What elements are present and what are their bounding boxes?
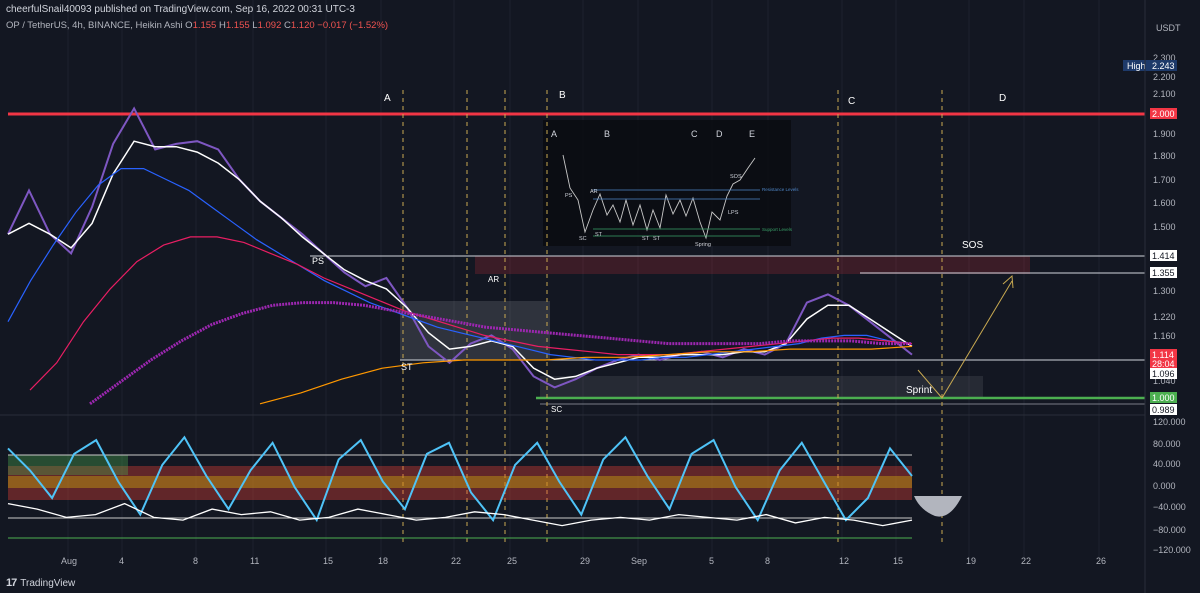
osc-tick-120: 120.000 — [1153, 417, 1186, 427]
brand-name: TradingView — [20, 577, 76, 589]
x-tick-label: 29 — [580, 556, 590, 566]
x-tick-label: 22 — [1021, 556, 1031, 566]
y-tick-1500: 1.500 — [1153, 222, 1176, 232]
y-tick-2100: 2.100 — [1153, 89, 1176, 99]
ohlc-o-label: O — [185, 20, 193, 31]
y-tick-1300: 1.300 — [1153, 286, 1176, 296]
y-tick-1800: 1.800 — [1153, 151, 1176, 161]
inset-resistance-label: Resistance Levels — [762, 187, 799, 192]
badge-1355: 1.355 — [1152, 268, 1175, 278]
osc-tick-80: 80.000 — [1153, 439, 1181, 449]
badge-0989: 0.989 — [1152, 405, 1175, 415]
y-tick-1700: 1.700 — [1153, 175, 1176, 185]
ohlc-c: 1.120 — [290, 20, 315, 31]
x-tick-label: 4 — [119, 556, 124, 566]
bar-countdown: 28:04 — [1152, 359, 1175, 369]
x-tick-label: 15 — [893, 556, 903, 566]
ohlc-c-label: C — [284, 20, 291, 31]
price-chart[interactable]: A B C D E PS AR SC ST ST ST Spring LPS S… — [0, 0, 1200, 593]
supply-zone-box — [475, 256, 1030, 274]
osc-tick-40: 40.000 — [1153, 459, 1181, 469]
y-tick-1900: 1.900 — [1153, 129, 1176, 139]
inset-phase-e: E — [749, 129, 755, 139]
inset-label-st1: ST — [595, 232, 603, 238]
inset-label-sc: SC — [579, 236, 587, 242]
phase-label-a: A — [384, 93, 391, 104]
tradingview-logo-icon: 17 — [6, 577, 17, 589]
inset-phase-a: A — [551, 129, 557, 139]
inset-phase-d: D — [716, 129, 723, 139]
badge-1096: 1.096 — [1152, 369, 1175, 379]
y-tick-2200: 2.200 — [1153, 72, 1176, 82]
symbol-name: OP / TetherUS, 4h, BINANCE, Heikin Ashi — [6, 20, 183, 31]
badge-2000: 2.000 — [1152, 109, 1175, 119]
high-label: High — [1127, 61, 1146, 71]
label-st: ST — [401, 362, 413, 372]
x-tick-label: 25 — [507, 556, 517, 566]
x-tick-label: 8 — [765, 556, 770, 566]
phase-label-b: B — [559, 90, 566, 101]
phase-label-d: D — [999, 93, 1006, 104]
x-tick-label: 22 — [451, 556, 461, 566]
ohlc-l: 1.092 — [257, 20, 282, 31]
ohlc-o: 1.155 — [192, 20, 217, 31]
tradingview-brand[interactable]: 17 TradingView — [6, 577, 75, 589]
inset-support-label: Support Levels — [762, 227, 793, 232]
wyckoff-inset: A B C D E PS AR SC ST ST ST Spring LPS S… — [543, 120, 799, 248]
phase-label-c: C — [848, 96, 855, 107]
inset-phase-b: B — [604, 129, 610, 139]
osc-tick-0: 0.000 — [1153, 481, 1176, 491]
currency-label: USDT — [1156, 23, 1181, 33]
label-ps: PS — [312, 256, 324, 266]
ohlc-h: 1.155 — [225, 20, 250, 31]
x-tick-label: 8 — [193, 556, 198, 566]
x-tick-label: 18 — [378, 556, 388, 566]
inset-label-st3: ST — [653, 236, 661, 242]
inset-phase-c: C — [691, 129, 698, 139]
ohlc-change: −0.017 (−1.52%) — [317, 20, 389, 31]
label-ar: AR — [488, 275, 499, 284]
osc-tick-m80: −80.000 — [1153, 525, 1186, 535]
inset-label-lps: LPS — [728, 210, 739, 216]
osc-tick-m120: −120.000 — [1153, 545, 1191, 555]
badge-1000: 1.000 — [1152, 393, 1175, 403]
inset-label-ps: PS — [565, 193, 573, 199]
osc-tick-m40: −40.000 — [1153, 502, 1186, 512]
y-tick-1600: 1.600 — [1153, 198, 1176, 208]
badge-1220: 1.220 — [1153, 312, 1176, 322]
inset-label-ar: AR — [590, 189, 598, 195]
high-value: 2.243 — [1152, 61, 1175, 71]
label-sprint: Sprint — [906, 385, 932, 396]
symbol-info: OP / TetherUS, 4h, BINANCE, Heikin Ashi … — [6, 20, 388, 31]
x-tick-label: Aug — [61, 556, 77, 566]
label-sos: SOS — [962, 240, 983, 251]
y-tick-1160: 1.160 — [1153, 331, 1176, 341]
x-tick-label: Sep — [631, 556, 647, 566]
x-tick-label: 26 — [1096, 556, 1106, 566]
x-tick-label: 15 — [323, 556, 333, 566]
x-tick-label: 19 — [966, 556, 976, 566]
x-tick-label: 5 — [709, 556, 714, 566]
badge-1414: 1.414 — [1152, 251, 1175, 261]
publish-info: cheerfulSnail40093 published on TradingV… — [6, 4, 355, 15]
inset-label-sos: SOS — [730, 174, 742, 180]
label-sc: SC — [551, 405, 562, 414]
x-tick-label: 11 — [250, 556, 259, 566]
ohlc-h-label: H — [218, 20, 226, 31]
x-tick-label: 12 — [839, 556, 849, 566]
inset-label-spring: Spring — [695, 242, 711, 248]
inset-label-st2: ST — [642, 236, 650, 242]
